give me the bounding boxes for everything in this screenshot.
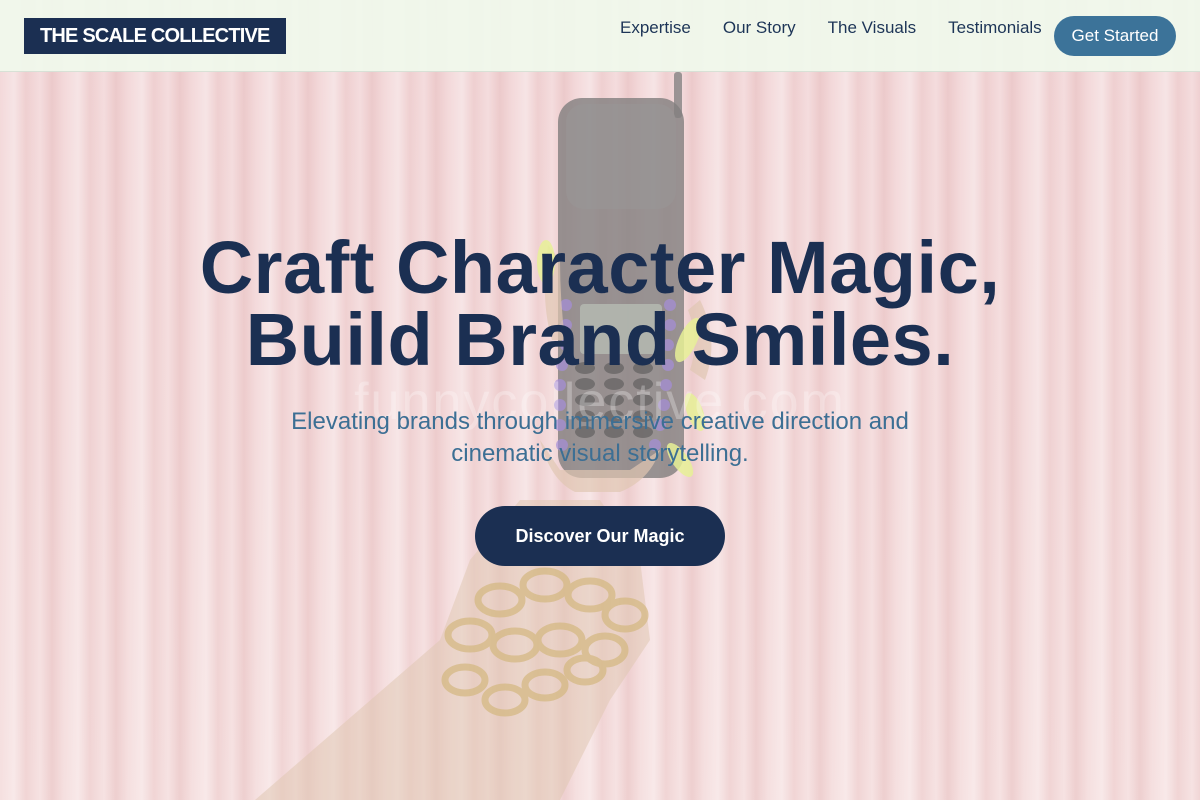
discover-magic-button[interactable]: Discover Our Magic (475, 506, 725, 566)
get-started-button[interactable]: Get Started (1054, 16, 1176, 56)
nav-link-our-story[interactable]: Our Story (723, 18, 796, 38)
hero-section: Craft Character Magic, Build Brand Smile… (0, 231, 1200, 470)
nav-link-expertise[interactable]: Expertise (620, 18, 691, 38)
logo[interactable]: THE SCALE COLLECTIVE (24, 18, 286, 54)
site-header: THE SCALE COLLECTIVE Expertise Our Story… (0, 0, 1200, 72)
nav-link-testimonials[interactable]: Testimonials (948, 18, 1042, 38)
nav-link-the-visuals[interactable]: The Visuals (828, 18, 917, 38)
main-nav: Expertise Our Story The Visuals Testimon… (620, 18, 1042, 38)
hero-subtitle: Elevating brands through immersive creat… (291, 408, 909, 467)
hero-title: Craft Character Magic, Build Brand Smile… (0, 231, 1200, 377)
hero-title-line-1: Craft Character Magic, (199, 226, 1001, 309)
hero-title-line-2: Build Brand Smiles. (245, 298, 955, 381)
